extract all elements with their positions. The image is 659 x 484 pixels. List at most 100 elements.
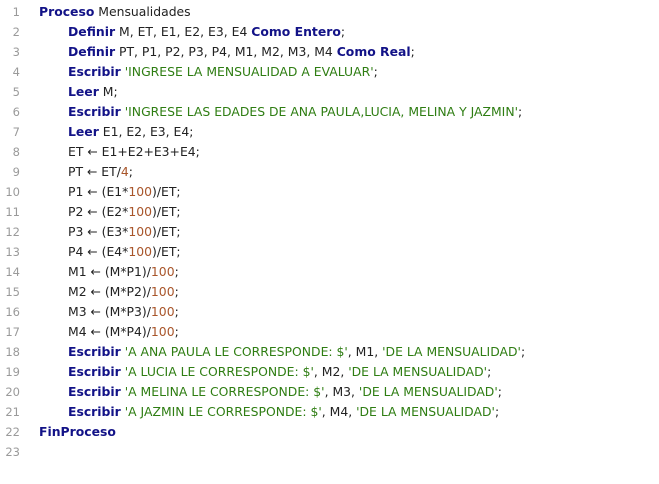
keyword-token: Escribir — [68, 104, 121, 119]
text-token: ; — [497, 384, 502, 399]
text-token: M3 ← (M*P3)/ — [68, 304, 151, 319]
string-token: 'INGRESE LAS EDADES DE ANA PAULA,LUCIA, … — [124, 104, 519, 119]
line-number: 10 — [5, 185, 20, 199]
text-token: ; — [373, 64, 378, 79]
line-number: 12 — [5, 225, 20, 239]
line-number: 9 — [12, 165, 20, 179]
code-text[interactable]: Escribir 'A JAZMIN LE CORRESPONDE: $', M… — [39, 402, 499, 422]
text-token: , M2, — [313, 364, 349, 379]
text-token: Mensualidades — [94, 4, 191, 19]
string-token: 'A JAZMIN LE CORRESPONDE: $' — [124, 404, 322, 419]
string-token: 'DE LA MENSUALIDAD' — [356, 404, 495, 419]
text-token: E1, E2, E3, E4; — [98, 124, 194, 139]
code-text[interactable]: P2 ← (E2*100)/ET; — [39, 202, 181, 222]
code-text[interactable]: M3 ← (M*P3)/100; — [39, 302, 179, 322]
text-token: ; — [174, 284, 179, 299]
number-token: 100 — [150, 304, 175, 319]
text-token: M; — [98, 84, 118, 99]
code-text[interactable]: FinProceso — [39, 422, 116, 442]
number-token: 100 — [128, 244, 153, 259]
line-number: 14 — [5, 265, 20, 279]
line-number: 15 — [5, 285, 20, 299]
code-text[interactable]: M2 ← (M*P2)/100; — [39, 282, 179, 302]
code-text[interactable]: Escribir 'A LUCIA LE CORRESPONDE: $', M2… — [39, 362, 491, 382]
code-text[interactable]: M1 ← (M*P1)/100; — [39, 262, 179, 282]
keyword-token: Leer — [68, 84, 99, 99]
line-number: 20 — [5, 385, 20, 399]
keyword-token: Proceso — [39, 4, 95, 19]
keyword-token: Escribir — [68, 364, 121, 379]
text-token: )/ET; — [152, 224, 181, 239]
text-token: ET ← E1+E2+E3+E4; — [68, 144, 200, 159]
line-number: 16 — [5, 305, 20, 319]
text-token: ; — [340, 24, 346, 39]
text-token: ; — [174, 304, 179, 319]
line-number: 5 — [12, 85, 20, 99]
string-token: 'A LUCIA LE CORRESPONDE: $' — [124, 364, 314, 379]
keyword-token: Definir — [68, 44, 116, 59]
keyword-token: FinProceso — [39, 424, 116, 439]
string-token: 'A ANA PAULA LE CORRESPONDE: $' — [124, 344, 348, 359]
line-number: 13 — [5, 245, 20, 259]
text-token: ; — [494, 404, 500, 419]
text-token: P3 ← (E3* — [68, 224, 129, 239]
number-token: 100 — [128, 224, 153, 239]
code-editor[interactable]: 1 Proceso Mensualidades 2 Definir M, ET, E1… — [0, 0, 659, 484]
line-number: 18 — [5, 345, 20, 359]
text-token: M1 ← (M*P1)/ — [68, 264, 151, 279]
code-text[interactable]: Escribir 'A MELINA LE CORRESPONDE: $', M… — [39, 382, 502, 402]
line-number: 4 — [12, 65, 20, 79]
text-token: ; — [518, 104, 523, 119]
text-token: ; — [174, 264, 179, 279]
text-token: ; — [487, 364, 492, 379]
code-text[interactable]: Definir PT, P1, P2, P3, P4, M1, M2, M3, … — [39, 42, 415, 62]
number-token: 100 — [128, 204, 153, 219]
line-number: 3 — [12, 45, 20, 59]
line-number: 2 — [12, 25, 20, 39]
code-text[interactable]: Leer M; — [39, 82, 118, 102]
line-number: 19 — [5, 365, 20, 379]
code-text[interactable]: P1 ← (E1*100)/ET; — [39, 182, 181, 202]
keyword-token: Definir — [68, 24, 116, 39]
text-token: )/ET; — [152, 244, 181, 259]
code-text[interactable]: M4 ← (M*P4)/100; — [39, 322, 179, 342]
text-token: )/ET; — [152, 204, 181, 219]
keyword-token: Escribir — [68, 344, 121, 359]
line-number: 21 — [5, 405, 20, 419]
string-token: 'DE LA MENSUALIDAD' — [358, 384, 498, 399]
line-number: 11 — [5, 205, 20, 219]
line-number: 7 — [12, 125, 20, 139]
keyword-token: Escribir — [68, 64, 121, 79]
text-token: P2 ← (E2* — [68, 204, 129, 219]
code-text[interactable]: P4 ← (E4*100)/ET; — [39, 242, 181, 262]
code-text[interactable]: P3 ← (E3*100)/ET; — [39, 222, 181, 242]
code-text[interactable]: Escribir 'INGRESE LAS EDADES DE ANA PAUL… — [39, 102, 522, 122]
text-token: P1 ← (E1* — [68, 184, 129, 199]
code-text[interactable]: Escribir 'INGRESE LA MENSUALIDAD A EVALU… — [39, 62, 378, 82]
code-text[interactable]: ET ← E1+E2+E3+E4; — [39, 142, 200, 162]
code-text[interactable]: PT ← ET/4; — [39, 162, 133, 182]
code-text[interactable]: Escribir 'A ANA PAULA LE CORRESPONDE: $'… — [39, 342, 525, 362]
line-number: 23 — [5, 445, 20, 459]
code-text[interactable]: Definir M, ET, E1, E2, E3, E4 Como Enter… — [39, 22, 345, 42]
code-text[interactable]: Proceso Mensualidades — [39, 2, 191, 22]
text-token: , M3, — [324, 384, 359, 399]
text-token: M, ET, E1, E2, E3, E4 — [115, 24, 252, 39]
text-token: M2 ← (M*P2)/ — [68, 284, 151, 299]
keyword-token: Como Entero — [251, 24, 341, 39]
text-token: , M1, — [347, 344, 383, 359]
string-token: 'DE LA MENSUALIDAD' — [348, 364, 488, 379]
text-token: ; — [128, 164, 133, 179]
line-number: 17 — [5, 325, 20, 339]
text-token: M4 ← (M*P4)/ — [68, 324, 151, 339]
line-number: 22 — [5, 425, 20, 439]
line-number: 8 — [12, 145, 20, 159]
line-number: 1 — [12, 5, 20, 19]
code-text[interactable]: Leer E1, E2, E3, E4; — [39, 122, 193, 142]
number-token: 100 — [150, 264, 175, 279]
line-number: 6 — [12, 105, 20, 119]
keyword-token: Leer — [68, 124, 99, 139]
text-token: , M4, — [321, 404, 357, 419]
keyword-token: Escribir — [68, 384, 121, 399]
keyword-token: Escribir — [68, 404, 121, 419]
